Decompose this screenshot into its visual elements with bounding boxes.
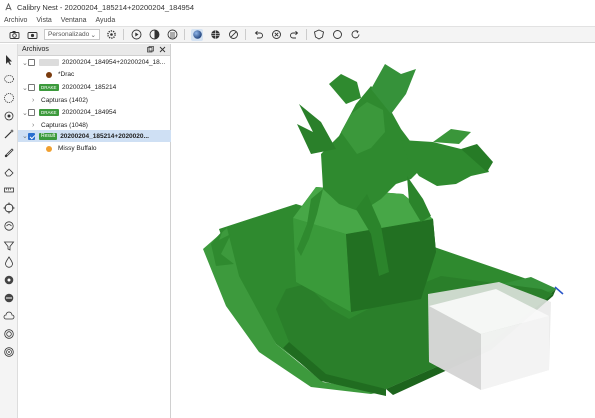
window-title: Calibry Nest - 20200204_185214+20200204_… — [17, 2, 195, 12]
drake-tag: DRAKE — [39, 109, 59, 116]
lasso-icon[interactable] — [3, 74, 15, 86]
main-toolbar: Personalizado ⌄ — [0, 26, 595, 43]
settings-gear-icon[interactable] — [105, 29, 117, 41]
menu-ayuda[interactable]: Ayuda — [95, 17, 115, 24]
brush-select-icon[interactable] — [3, 110, 15, 122]
camera-icon[interactable] — [8, 29, 20, 41]
no-icon[interactable] — [227, 29, 239, 41]
visibility-checkbox[interactable] — [28, 59, 35, 66]
cloud-icon[interactable] — [3, 310, 15, 322]
left-tool-strip — [0, 44, 18, 418]
toolbar-divider — [184, 29, 185, 40]
drake-tag: DRAKE — [39, 84, 59, 91]
tree-item-merged-project[interactable]: ⌄ 20200204_184954+20200204_18... — [18, 57, 171, 68]
mesh-sphere-icon[interactable] — [209, 29, 221, 41]
circle-icon[interactable] — [331, 29, 343, 41]
color-dot — [46, 71, 52, 78]
menu-bar: Archivo Vista Ventana Ayuda — [0, 14, 595, 26]
dragon-model-render — [203, 64, 564, 396]
color-dot — [46, 145, 52, 152]
color-swatch — [39, 59, 59, 66]
files-panel-header: Archivos — [18, 44, 170, 56]
select-circle-icon[interactable] — [3, 92, 15, 104]
fuse-icon[interactable] — [3, 292, 15, 304]
3d-viewport[interactable] — [171, 44, 595, 418]
menu-vista[interactable]: Vista — [36, 17, 51, 24]
fill-holes-icon[interactable] — [3, 274, 15, 286]
close-icon[interactable] — [159, 46, 166, 53]
undock-icon[interactable] — [147, 46, 154, 53]
tree-item-label: 20200204_185214 — [62, 84, 117, 91]
chevron-down-icon: ⌄ — [90, 31, 96, 39]
tree-item-label: *Drac — [58, 71, 75, 78]
chevron-right-icon[interactable]: › — [32, 122, 38, 129]
tree-item-missy-buffalo[interactable]: Missy Buffalo — [18, 143, 171, 154]
toolbar-divider — [123, 29, 124, 40]
tree-item-label: 20200204_184954+20200204_18... — [62, 59, 166, 66]
tree-item-scan-185214[interactable]: ⌄ DRAKE 20200204_185214 — [18, 82, 171, 93]
filter-icon[interactable] — [3, 240, 15, 252]
toolbar-divider — [245, 29, 246, 40]
texture-icon[interactable] — [166, 29, 178, 41]
shield-icon[interactable] — [313, 29, 325, 41]
spiral-icon[interactable] — [3, 346, 15, 358]
render-mode-icon[interactable] — [148, 29, 160, 41]
refresh-icon[interactable] — [349, 29, 361, 41]
menu-ventana[interactable]: Ventana — [61, 17, 87, 24]
visibility-checkbox[interactable] — [28, 132, 35, 140]
tree-item-label: 20200204_184954 — [62, 109, 117, 116]
eye-icon[interactable] — [26, 29, 38, 41]
sphere-icon[interactable] — [191, 28, 203, 41]
select-pointer-icon[interactable] — [3, 54, 15, 66]
tree-item-label: Capturas (1048) — [41, 122, 88, 129]
app-logo-icon — [5, 2, 12, 10]
target-icon[interactable] — [3, 202, 15, 214]
chevron-right-icon[interactable]: › — [32, 97, 38, 104]
result-tag: Result — [39, 132, 58, 140]
magic-wand-icon[interactable] — [3, 128, 15, 140]
tree-item-drac[interactable]: *Drac — [18, 69, 171, 80]
tree-item-label: Capturas (1402) — [41, 97, 88, 104]
erase-select-icon[interactable] — [3, 166, 15, 178]
visibility-checkbox[interactable] — [28, 84, 35, 91]
files-panel: Archivos ⌄ 20200204_184954+20200204_18..… — [18, 44, 171, 418]
delete-icon[interactable] — [270, 29, 282, 41]
preset-select-value: Personalizado — [48, 31, 90, 38]
tree-item-label: 20200204_185214+2020020... — [60, 132, 149, 140]
files-panel-title: Archivos — [22, 46, 49, 53]
redo-icon[interactable] — [288, 29, 300, 41]
paint-select-icon[interactable] — [3, 146, 15, 158]
toolbar-divider — [306, 29, 307, 40]
menu-archivo[interactable]: Archivo — [4, 17, 27, 24]
preset-select[interactable]: Personalizado ⌄ — [44, 29, 100, 40]
tree-item-label: Missy Buffalo — [58, 145, 97, 152]
texture-sphere-icon[interactable] — [3, 328, 15, 340]
undo-icon[interactable] — [252, 29, 264, 41]
title-bar: Calibry Nest - 20200204_185214+20200204_… — [0, 0, 595, 14]
tree-item-scan-184954[interactable]: ⌄ DRAKE 20200204_184954 — [18, 107, 171, 118]
play-icon[interactable] — [130, 29, 142, 41]
visibility-checkbox[interactable] — [28, 109, 35, 116]
drop-icon[interactable] — [3, 256, 15, 268]
tree-item-result[interactable]: ⌄ Result 20200204_185214+2020020... — [18, 130, 171, 142]
smooth-brush-icon[interactable] — [3, 220, 15, 232]
tree-item-captures-1402[interactable]: › Capturas (1402) — [18, 95, 171, 106]
ruler-icon[interactable] — [3, 184, 15, 196]
